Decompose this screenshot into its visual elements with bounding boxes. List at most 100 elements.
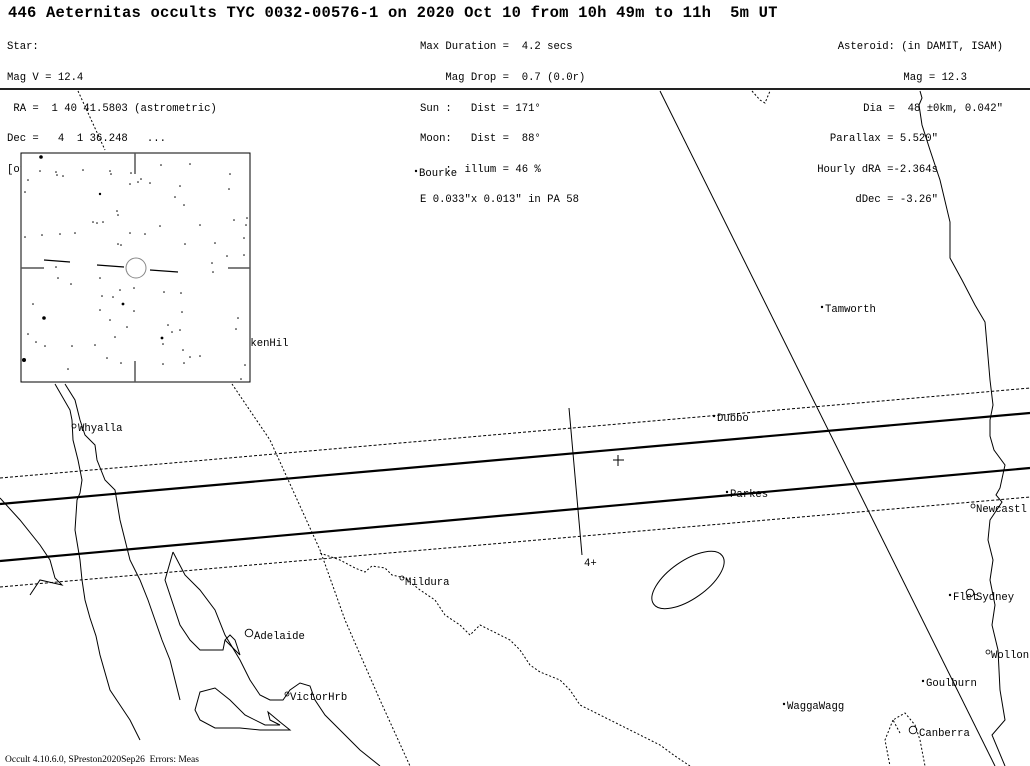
- coastline-eyre: [0, 497, 64, 596]
- time-tick-line: [568, 407, 583, 556]
- star-dot: [41, 234, 43, 236]
- star-dot: [57, 277, 59, 279]
- city-label-brokenhill: okenHil: [244, 338, 289, 350]
- error-ellipse: [651, 550, 725, 610]
- star-dot: [183, 362, 185, 364]
- coastline-spencer-west: [54, 383, 141, 741]
- star-dot: [116, 210, 118, 212]
- star-dot: [82, 169, 84, 171]
- city-marker-canberra: [908, 725, 918, 735]
- city-label-sydney: Sydney: [976, 592, 1014, 604]
- city-marker-fletcher: [948, 593, 952, 597]
- star-dot: [67, 368, 69, 370]
- star-dot: [184, 243, 186, 245]
- star-dot: [99, 309, 101, 311]
- star-dot: [99, 277, 101, 279]
- star-dot: [212, 271, 214, 273]
- city-label-newcastle: Newcastl: [976, 504, 1027, 516]
- star-dot: [244, 364, 246, 366]
- star-dot: [101, 295, 103, 297]
- city-label-mildura: Mildura: [405, 577, 450, 589]
- city-label-waggawagga: WaggaWagg: [787, 701, 844, 713]
- city-label-canberra: Canberra: [919, 728, 970, 740]
- star-dot: [27, 333, 29, 335]
- star-dot: [35, 341, 37, 343]
- star-dot: [112, 296, 114, 298]
- star-dot: [117, 214, 119, 216]
- city-marker-goulburn: [921, 679, 925, 683]
- time-tick-label: 4+: [584, 558, 597, 570]
- star-dot: [243, 237, 245, 239]
- star-dot: [96, 222, 98, 224]
- star-dot: [74, 232, 76, 234]
- state-border-act-west: [884, 719, 894, 766]
- star-dot: [144, 233, 146, 235]
- occultation-map: 4+ Bourke Tamworth okenHil Whyalla Dubbo…: [0, 90, 1030, 766]
- star-dot: [162, 363, 164, 365]
- star-dot: [32, 303, 34, 305]
- star-dot: [180, 292, 182, 294]
- city-marker-wollongong: [985, 649, 991, 655]
- star-dot: [235, 328, 237, 330]
- star-dot: [70, 283, 72, 285]
- star-dot: [129, 183, 131, 185]
- star-dot: [71, 345, 73, 347]
- state-border-murray: [319, 552, 691, 766]
- star-dot: [129, 232, 131, 234]
- star-dot: [179, 185, 181, 187]
- city-label-wollongong: Wollon: [991, 650, 1029, 662]
- kangaroo-island: [194, 687, 292, 731]
- star-dot: [245, 224, 247, 226]
- path-error-south-line: [0, 496, 1030, 588]
- star-dot: [214, 242, 216, 244]
- star-dot: [39, 170, 41, 172]
- star-chart-frame: [20, 152, 251, 383]
- star-dot: [24, 191, 26, 193]
- star-dot: [114, 336, 116, 338]
- star-dot: [246, 217, 248, 219]
- star-dot: [106, 357, 108, 359]
- star-dot: [109, 319, 111, 321]
- star-dot: [130, 172, 132, 174]
- city-marker-bourke: [414, 169, 418, 173]
- city-marker-parkes: [725, 490, 729, 494]
- state-border-qld: [751, 90, 771, 104]
- star-dot: [133, 310, 135, 312]
- star-dot: [42, 316, 46, 320]
- star-dot: [137, 181, 139, 183]
- star-dot: [160, 164, 162, 166]
- path-south-limit-line: [0, 466, 1030, 563]
- star-dot: [163, 291, 165, 293]
- star-dot: [27, 179, 29, 181]
- star-dot: [183, 204, 185, 206]
- star-dot: [174, 196, 176, 198]
- city-label-dubbo: Dubbo: [717, 413, 749, 425]
- star-dot: [92, 221, 94, 223]
- path-north-limit-line: [0, 411, 1030, 506]
- star-dot: [22, 358, 26, 362]
- star-dot: [159, 225, 161, 227]
- star-dot: [160, 336, 164, 340]
- star-dot: [237, 317, 239, 319]
- city-label-whyalla: Whyalla: [78, 423, 123, 435]
- star-dot: [94, 344, 96, 346]
- star-dot: [229, 173, 231, 175]
- city-label-goulburn: Goulburn: [926, 678, 977, 690]
- star-dot: [24, 236, 26, 238]
- star-dot: [199, 355, 201, 357]
- city-marker-newcastle: [970, 503, 976, 509]
- city-label-bourke: Bourke: [419, 168, 457, 180]
- city-marker-tamworth: [820, 305, 824, 309]
- star-dot: [110, 173, 112, 175]
- star-dot: [228, 188, 230, 190]
- coastline-yorke: [164, 551, 241, 656]
- star-dot: [181, 311, 183, 313]
- graze-limit-line: [659, 90, 996, 766]
- star-dot: [233, 219, 235, 221]
- city-marker-adelaide: [244, 628, 254, 638]
- city-marker-dubbo: [712, 414, 716, 418]
- star-dot: [59, 233, 61, 235]
- star-dot: [171, 331, 173, 333]
- star-dot: [56, 174, 58, 176]
- star-dot: [149, 182, 151, 184]
